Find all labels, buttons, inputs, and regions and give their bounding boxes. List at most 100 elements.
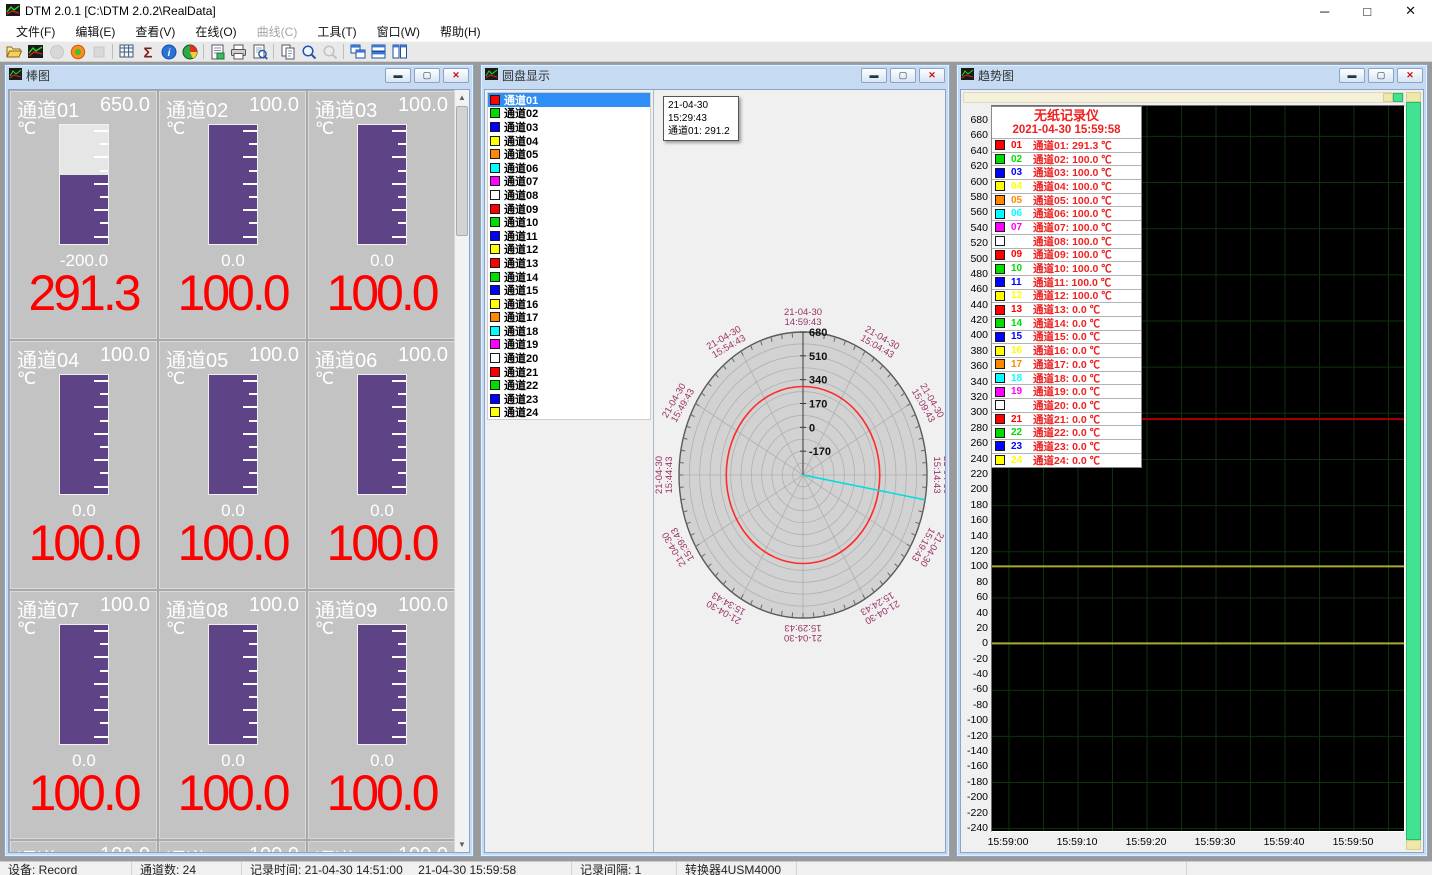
- menu-item-4[interactable]: 在线(O): [185, 21, 246, 42]
- legend-color-swatch: [995, 373, 1005, 383]
- trend-horizontal-scrollbar[interactable]: [963, 92, 1404, 103]
- realtime-curve-icon[interactable]: [25, 42, 46, 61]
- app-maximize-button[interactable]: □: [1363, 4, 1371, 19]
- menu-item-6[interactable]: 工具(T): [307, 21, 366, 42]
- gauge-tick: [243, 183, 257, 185]
- cascade-windows-icon[interactable]: [347, 42, 368, 61]
- scrollbar-thumb[interactable]: [456, 106, 468, 236]
- disc-maximize-button[interactable]: ▢: [890, 68, 916, 83]
- svg-text:0: 0: [809, 422, 815, 434]
- copy-icon[interactable]: [277, 42, 298, 61]
- gauge-track: [208, 124, 258, 245]
- y-tick-label: 240: [961, 454, 988, 464]
- gauge-max-value: 100.0: [398, 94, 448, 123]
- info-icon[interactable]: i: [158, 42, 179, 61]
- data-table-icon[interactable]: [116, 42, 137, 61]
- disc-window-titlebar[interactable]: 圆盘显示 ▬ ▢ ✕: [481, 65, 949, 86]
- svg-text:15:14:43: 15:14:43: [931, 457, 942, 494]
- vscroll-button-top[interactable]: [1406, 92, 1421, 102]
- x-tick-label: 15:59:00: [979, 836, 1037, 848]
- open-file-icon[interactable]: [4, 42, 25, 61]
- gauge-tick: [249, 420, 257, 422]
- trend-window-body: 6806606406206005805605405205004804604404…: [960, 89, 1424, 853]
- bar-close-button[interactable]: ✕: [443, 68, 469, 83]
- y-tick-label: 400: [961, 330, 988, 340]
- channel-color-swatch: [490, 149, 500, 159]
- export-icon[interactable]: [207, 42, 228, 61]
- hscroll-button[interactable]: [1383, 93, 1393, 102]
- legend-row-04: 04通道04: 100.0 ℃: [992, 179, 1141, 193]
- gauge-max-value: 100.0: [249, 594, 299, 623]
- gauge-tick: [392, 656, 406, 658]
- svg-text:14:59:43: 14:59:43: [785, 317, 822, 328]
- channel-color-swatch: [490, 285, 500, 295]
- pie-chart-icon[interactable]: [179, 42, 200, 61]
- bar-vertical-scrollbar[interactable]: ▲ ▼: [454, 90, 469, 852]
- svg-text:15:44:43: 15:44:43: [664, 457, 675, 494]
- statistics-sigma-icon[interactable]: Σ: [137, 42, 158, 61]
- menu-bar: 文件(F)编辑(E)查看(V)在线(O)曲线(C)工具(T)窗口(W)帮助(H): [0, 22, 1432, 41]
- vscroll-button-bottom[interactable]: [1406, 840, 1421, 850]
- disc-tooltip: 21-04-30 15:29:43 通道01: 291.2: [663, 96, 739, 141]
- legend-row-18: 18通道18: 0.0 ℃: [992, 371, 1141, 385]
- gauge-tick: [249, 222, 257, 224]
- trend-vertical-scrollbar[interactable]: [1406, 92, 1421, 850]
- gauge-tick: [243, 433, 257, 435]
- vscroll-thumb[interactable]: [1406, 102, 1421, 840]
- gauge-tick: [392, 183, 406, 185]
- legend-channel-index: 18: [1011, 373, 1028, 384]
- hscroll-thumb[interactable]: [1393, 93, 1403, 102]
- tile-vertical-icon[interactable]: [389, 42, 410, 61]
- gauge-unit-label: ℃: [166, 619, 185, 639]
- gauge-tick: [398, 472, 406, 474]
- scroll-down-icon[interactable]: ▼: [455, 837, 469, 852]
- record-active-icon[interactable]: [67, 42, 88, 61]
- y-tick-label: 340: [961, 377, 988, 387]
- legend-row-03: 03通道03: 100.0 ℃: [992, 165, 1141, 179]
- gauge-tick: [398, 420, 406, 422]
- trend-legend: 无纸记录仪 2021-04-30 15:59:58 01通道01: 291.3 …: [991, 106, 1142, 468]
- legend-row-19: 19通道19: 0.0 ℃: [992, 384, 1141, 398]
- legend-row-23: 23通道23: 0.0 ℃: [992, 439, 1141, 453]
- svg-text:340: 340: [809, 375, 827, 387]
- y-tick-label: 380: [961, 346, 988, 356]
- gauge-unit-label: ℃: [315, 119, 334, 139]
- trend-window-title: 趋势图: [978, 67, 1014, 84]
- gauge-tick: [243, 486, 257, 488]
- channel-list-item-24[interactable]: 通道24: [488, 406, 650, 420]
- status-bar: 设备: Record通道数: 24记录时间: 21-04-30 14:51:00…: [0, 861, 1432, 875]
- print-preview-icon[interactable]: [249, 42, 270, 61]
- menu-item-8[interactable]: 帮助(H): [430, 21, 491, 42]
- y-tick-label: -180: [961, 777, 988, 787]
- bar-gauge-cell-通道04: 通道04100.0℃0.0100.0: [10, 341, 157, 589]
- scroll-up-icon[interactable]: ▲: [455, 90, 469, 105]
- trend-minimize-button[interactable]: ▬: [1339, 68, 1365, 83]
- trend-close-button[interactable]: ✕: [1397, 68, 1423, 83]
- menu-item-2[interactable]: 编辑(E): [65, 21, 125, 42]
- y-tick-label: 480: [961, 269, 988, 279]
- trend-window-titlebar[interactable]: 趋势图 ▬ ▢ ✕: [957, 65, 1427, 86]
- trend-maximize-button[interactable]: ▢: [1368, 68, 1394, 83]
- legend-title: 无纸记录仪: [992, 107, 1141, 123]
- disc-close-button[interactable]: ✕: [919, 68, 945, 83]
- print-icon[interactable]: [228, 42, 249, 61]
- menu-item-7[interactable]: 窗口(W): [367, 21, 430, 42]
- gauge-track: [208, 374, 258, 495]
- app-close-button[interactable]: ✕: [1405, 3, 1416, 19]
- y-tick-label: -140: [961, 746, 988, 756]
- bar-minimize-button[interactable]: ▬: [385, 68, 411, 83]
- y-tick-label: -220: [961, 808, 988, 818]
- app-minimize-button[interactable]: ─: [1320, 4, 1329, 19]
- tile-horizontal-icon[interactable]: [368, 42, 389, 61]
- bar-window-titlebar[interactable]: 棒图 ▬ ▢ ✕: [5, 65, 473, 86]
- menu-item-3[interactable]: 查看(V): [125, 21, 185, 42]
- y-tick-label: 440: [961, 300, 988, 310]
- zoom-icon[interactable]: [298, 42, 319, 61]
- bar-maximize-button[interactable]: ▢: [414, 68, 440, 83]
- legend-color-swatch: [995, 277, 1005, 287]
- legend-channel-index: 09: [1011, 249, 1028, 260]
- gauge-tick: [249, 472, 257, 474]
- disc-minimize-button[interactable]: ▬: [861, 68, 887, 83]
- gauge-tick: [94, 630, 108, 632]
- menu-item-1[interactable]: 文件(F): [6, 21, 65, 42]
